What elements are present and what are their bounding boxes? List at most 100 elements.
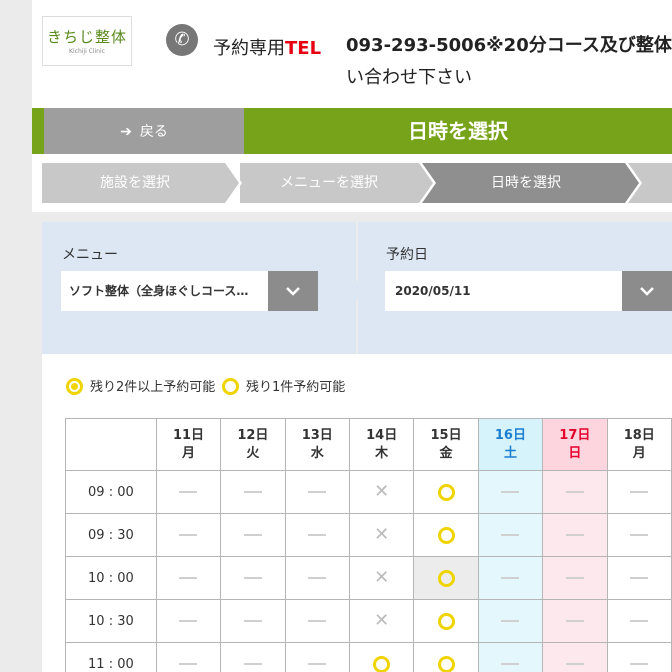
calendar-header-row: 11日月 12日火 13日水 14日木 15日金 16日土 17日日 18日月 (65, 418, 672, 471)
date-label: 予約日 (386, 247, 428, 263)
step-select-facility[interactable]: 施設を選択 (42, 163, 228, 203)
day-header-0: 11日月 (155, 418, 222, 471)
slot-unavailable (542, 642, 608, 672)
menu-label: メニュー (62, 247, 118, 263)
circle-icon (373, 655, 391, 672)
slot-unavailable (606, 556, 672, 600)
slot-unavailable (284, 556, 350, 600)
slot-unavailable (155, 642, 222, 672)
tel-text-line2: い合わせ下さい (346, 67, 472, 88)
unavailable-dash-icon (565, 577, 584, 579)
full-cross-icon: ✕ (374, 610, 390, 631)
table-row: 11 : 00 (65, 642, 672, 672)
time-cell: 09 : 00 (65, 470, 157, 514)
unavailable-dash-icon (179, 491, 198, 493)
step-chevron-icon (222, 163, 242, 203)
day-header-5: 16日土 (477, 418, 544, 471)
unavailable-dash-icon (501, 577, 520, 579)
slot-unavailable (220, 642, 286, 672)
unavailable-dash-icon (308, 620, 327, 622)
step-chevron-icon (416, 163, 436, 203)
day-header-7: 18日月 (606, 418, 672, 471)
time-cell: 10 : 30 (65, 599, 157, 643)
unavailable-dash-icon (630, 620, 649, 622)
date-select[interactable]: 2020/05/11 (385, 271, 672, 311)
unavailable-dash-icon (243, 534, 262, 536)
slot-unavailable (542, 556, 608, 600)
time-cell: 09 : 30 (65, 513, 157, 557)
page-title: 日時を選択 (408, 119, 508, 143)
slot-unavailable (220, 513, 286, 557)
tel-text-line1: 093-293-5006※20分コース及び整体 (346, 35, 672, 56)
clinic-logo[interactable]: きちじ整体 Kichiji Clinic (42, 16, 132, 66)
circle-icon (437, 655, 455, 672)
slot-unavailable (220, 470, 286, 514)
day-of-week: 木 (375, 445, 389, 461)
unavailable-dash-icon (179, 663, 198, 665)
day-header-2: 13日水 (284, 418, 350, 471)
day-date: 15日 (430, 427, 462, 443)
day-of-week: 月 (632, 445, 646, 461)
day-header-1: 12日火 (220, 418, 286, 471)
day-header-6: 17日日 (542, 418, 608, 471)
step-select-menu[interactable]: メニューを選択 (240, 163, 418, 203)
day-of-week: 水 (310, 445, 324, 461)
full-cross-icon: ✕ (374, 567, 390, 588)
back-button-label: 戻る (139, 123, 168, 139)
slot-unavailable (284, 470, 350, 514)
slot-unavailable (606, 642, 672, 672)
day-date: 13日 (301, 427, 333, 443)
panel-arrow-icon (356, 280, 364, 300)
unavailable-dash-icon (630, 491, 649, 493)
slot-available[interactable] (413, 556, 479, 600)
slot-unavailable (477, 642, 544, 672)
full-cross-icon: ✕ (374, 524, 390, 545)
menu-select-button[interactable] (268, 271, 318, 311)
date-select-button[interactable] (622, 271, 672, 311)
slot-available[interactable] (413, 642, 479, 672)
unavailable-dash-icon (243, 491, 262, 493)
tel-number-text: 093-293-5006※20分コース及び整体 い合わせ下さい (346, 30, 672, 94)
slot-unavailable (477, 470, 544, 514)
slot-available[interactable] (413, 470, 479, 514)
slot-unavailable (606, 470, 672, 514)
slot-unavailable (284, 513, 350, 557)
slot-full: ✕ (348, 513, 415, 557)
unavailable-dash-icon (308, 491, 327, 493)
table-row: 09 : 00 ✕ (65, 470, 672, 514)
day-of-week: 火 (246, 445, 260, 461)
unavailable-dash-icon (630, 534, 649, 536)
double-circle-icon (66, 378, 83, 395)
menu-select-value: ソフト整体（全身ほぐしコース… (69, 284, 249, 298)
full-cross-icon: ✕ (374, 481, 390, 502)
unavailable-dash-icon (308, 577, 327, 579)
slot-available[interactable] (413, 599, 479, 643)
slot-unavailable (284, 642, 350, 672)
day-date: 14日 (366, 427, 398, 443)
menu-select[interactable]: ソフト整体（全身ほぐしコース… (61, 271, 318, 311)
logo-text: きちじ整体 (46, 28, 127, 46)
slot-full: ✕ (348, 556, 415, 600)
day-of-week: 日 (568, 445, 582, 461)
arrow-left-icon: ➔ (120, 123, 132, 139)
back-button[interactable]: ➔ 戻る (44, 108, 244, 154)
slot-available[interactable] (413, 513, 479, 557)
unavailable-dash-icon (565, 620, 584, 622)
unavailable-dash-icon (243, 620, 262, 622)
slot-available[interactable] (348, 642, 415, 672)
slot-unavailable (155, 556, 222, 600)
slot-unavailable (477, 513, 544, 557)
day-header-4: 15日金 (413, 418, 479, 471)
day-of-week: 月 (181, 445, 195, 461)
time-cell: 10 : 00 (65, 556, 157, 600)
day-date: 11日 (172, 427, 205, 443)
unavailable-dash-icon (501, 663, 520, 665)
slot-unavailable (155, 599, 222, 643)
circle-icon (222, 378, 239, 395)
site-header: きちじ整体 Kichiji Clinic ✆ 予約専用TEL 093-293-5… (32, 0, 672, 108)
slot-unavailable (220, 556, 286, 600)
day-date: 12日 (237, 427, 269, 443)
slot-unavailable (155, 470, 222, 514)
table-row: 10 : 30 ✕ (65, 599, 672, 643)
slot-unavailable (542, 599, 608, 643)
